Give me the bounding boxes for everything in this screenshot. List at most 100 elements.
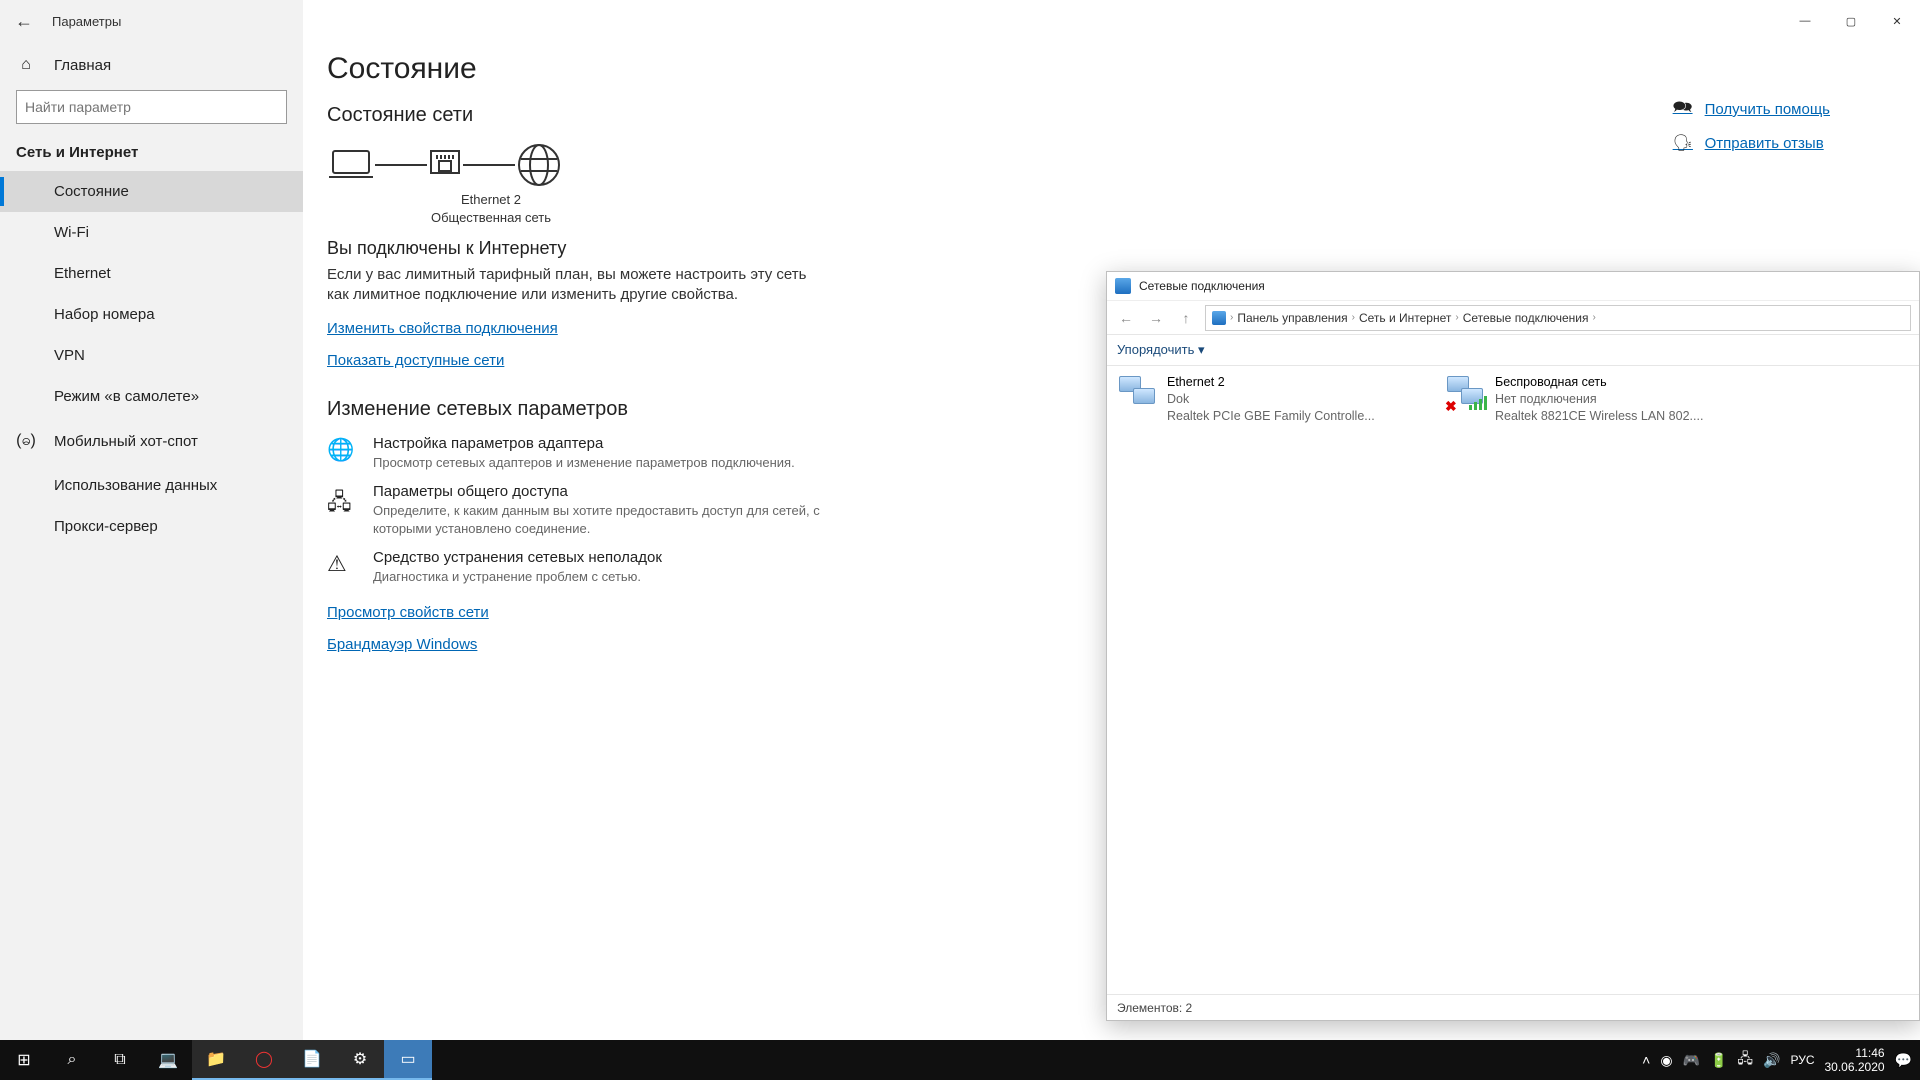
sidebar-item-wifi[interactable]: Wi-Fi <box>0 212 303 253</box>
globe-icon: 🌐 <box>327 435 355 472</box>
nav-forward-button[interactable]: → <box>1145 307 1167 329</box>
sidebar-item-dialup[interactable]: Набор номера <box>0 294 303 335</box>
control-panel-icon <box>1115 278 1131 294</box>
tray-time: 11:46 <box>1825 1046 1885 1060</box>
search-button[interactable]: ⌕ <box>48 1040 96 1080</box>
tray-language[interactable]: РУС <box>1790 1053 1814 1067</box>
sidebar-home-label: Главная <box>54 57 111 74</box>
diagram-adapter-label: Ethernet 2 Общественная сеть <box>411 191 571 226</box>
tray-discord-icon[interactable]: 🎮 <box>1683 1052 1700 1069</box>
address-bar[interactable]: › Панель управления › Сеть и Интернет › … <box>1205 305 1911 331</box>
tray-network-icon[interactable]: 🖧 <box>1737 1048 1753 1072</box>
sidebar-item-label: Режим «в самолете» <box>54 388 199 405</box>
sidebar-item-label: VPN <box>54 347 85 364</box>
chevron-right-icon: › <box>1230 312 1233 323</box>
connected-description: Если у вас лимитный тарифный план, вы мо… <box>327 265 807 306</box>
maximize-button[interactable]: ▢ <box>1828 5 1874 37</box>
link-label: Отправить отзыв <box>1705 135 1824 152</box>
nav-back-button[interactable]: ← <box>1115 307 1137 329</box>
tray-notifications-icon[interactable]: 💬 <box>1895 1052 1912 1069</box>
sidebar: ⌂ Главная Сеть и Интернет Состояние Wi-F… <box>0 0 303 1040</box>
option-troubleshoot[interactable]: ⚠ Средство устранения сетевых неполадок … <box>327 549 847 586</box>
home-icon: ⌂ <box>16 56 36 74</box>
link-view-network-props[interactable]: Просмотр свойств сети <box>327 604 489 621</box>
link-show-available-networks[interactable]: Показать доступные сети <box>327 352 504 369</box>
adapter-name: Ethernet 2 <box>1167 374 1375 391</box>
sidebar-home[interactable]: ⌂ Главная <box>0 48 303 82</box>
nav-up-button[interactable]: ↑ <box>1175 307 1197 329</box>
chevron-right-icon: › <box>1352 312 1355 323</box>
network-diagram <box>327 141 1880 189</box>
taskbar-app-notepad[interactable]: 📄 <box>288 1040 336 1080</box>
option-adapter-settings[interactable]: 🌐 Настройка параметров адаптера Просмотр… <box>327 435 847 472</box>
ethernet-adapter-icon <box>427 147 463 183</box>
adapter-name: Беспроводная сеть <box>1495 374 1703 391</box>
taskbar-app-laptop[interactable]: 💻 <box>144 1040 192 1080</box>
taskbar-app-controlpanel[interactable]: ▭ <box>384 1040 432 1080</box>
right-links: 🗪 Получить помощь 🗣 Отправить отзыв <box>1673 96 1830 153</box>
sidebar-item-label: Мобильный хот-спот <box>54 433 198 450</box>
explorer-body[interactable]: Ethernet 2 Dok Realtek PCIe GBE Family C… <box>1107 366 1919 994</box>
breadcrumb[interactable]: Сеть и Интернет <box>1359 311 1451 325</box>
sidebar-item-airplane[interactable]: Режим «в самолете» <box>0 376 303 417</box>
chevron-right-icon: › <box>1592 312 1595 323</box>
wifi-adapter-icon: ✖ <box>1445 374 1485 414</box>
adapter-name: Ethernet 2 <box>411 191 571 209</box>
link-label: Получить помощь <box>1705 101 1830 118</box>
explorer-titlebar[interactable]: Сетевые подключения <box>1107 272 1919 300</box>
toolbar-organize[interactable]: Упорядочить ▾ <box>1117 342 1205 358</box>
tray-chevron-up-icon[interactable]: ˄ <box>1642 1052 1650 1068</box>
sidebar-item-proxy[interactable]: Прокси-сервер <box>0 506 303 547</box>
link-change-connection-props[interactable]: Изменить свойства подключения <box>327 320 558 337</box>
warning-icon: ⚠ <box>327 549 355 586</box>
back-button[interactable]: ← <box>12 9 36 33</box>
start-button[interactable]: ⊞ <box>0 1040 48 1080</box>
sidebar-category: Сеть и Интернет <box>0 136 303 171</box>
breadcrumb[interactable]: Панель управления <box>1237 311 1347 325</box>
titlebar: ← Параметры — ▢ ✕ <box>0 0 1920 42</box>
adapter-status: Нет подключения <box>1495 391 1703 408</box>
sidebar-item-vpn[interactable]: VPN <box>0 335 303 376</box>
sidebar-item-datausage[interactable]: Использование данных <box>0 465 303 506</box>
sharing-icon: 🖧 <box>327 483 355 537</box>
tray-volume-icon[interactable]: 🔊 <box>1763 1052 1780 1069</box>
option-sharing-settings[interactable]: 🖧 Параметры общего доступа Определите, к… <box>327 483 847 537</box>
tray-battery-icon[interactable]: 🔋 <box>1710 1052 1727 1069</box>
tray-clock[interactable]: 11:46 30.06.2020 <box>1825 1046 1885 1075</box>
taskbar-app-browser[interactable]: ◯ <box>240 1040 288 1080</box>
ethernet-adapter-icon <box>1117 374 1157 414</box>
explorer-title: Сетевые подключения <box>1139 279 1265 293</box>
option-subtitle: Определите, к каким данным вы хотите пре… <box>373 502 847 537</box>
network-connections-window[interactable]: Сетевые подключения ← → ↑ › Панель управ… <box>1106 271 1920 1021</box>
app-title: Параметры <box>52 14 121 29</box>
control-panel-icon <box>1212 311 1226 325</box>
tray-steam-icon[interactable]: ◉ <box>1660 1052 1672 1069</box>
breadcrumb[interactable]: Сетевые подключения <box>1463 311 1589 325</box>
explorer-navbar: ← → ↑ › Панель управления › Сеть и Интер… <box>1107 300 1919 334</box>
feedback-icon: 🗣 <box>1673 133 1691 153</box>
link-send-feedback[interactable]: 🗣 Отправить отзыв <box>1673 133 1830 153</box>
network-adapter-item[interactable]: ✖ Беспроводная сеть Нет подключения Real… <box>1445 374 1745 425</box>
sidebar-item-label: Набор номера <box>54 306 155 323</box>
sidebar-item-label: Прокси-сервер <box>54 518 158 535</box>
link-windows-firewall[interactable]: Брандмауэр Windows <box>327 636 477 653</box>
close-button[interactable]: ✕ <box>1874 5 1920 37</box>
network-adapter-item[interactable]: Ethernet 2 Dok Realtek PCIe GBE Family C… <box>1117 374 1417 425</box>
explorer-statusbar: Элементов: 2 <box>1107 994 1919 1020</box>
sidebar-item-hotspot[interactable]: (ဓ) Мобильный хот-спот <box>0 417 303 465</box>
adapter-device: Realtek PCIe GBE Family Controlle... <box>1167 408 1375 425</box>
task-view-button[interactable]: ⧉ <box>96 1040 144 1080</box>
sidebar-item-status[interactable]: Состояние <box>0 171 303 212</box>
sidebar-item-label: Wi-Fi <box>54 224 89 241</box>
connected-heading: Вы подключены к Интернету <box>327 238 1880 259</box>
sidebar-item-ethernet[interactable]: Ethernet <box>0 253 303 294</box>
link-get-help[interactable]: 🗪 Получить помощь <box>1673 96 1830 123</box>
minimize-button[interactable]: — <box>1782 5 1828 37</box>
search-input[interactable] <box>25 99 278 115</box>
taskbar-app-settings[interactable]: ⚙ <box>336 1040 384 1080</box>
explorer-toolbar: Упорядочить ▾ <box>1107 334 1919 366</box>
network-status-heading: Состояние сети <box>327 104 1880 127</box>
taskbar-app-explorer[interactable]: 📁 <box>192 1040 240 1080</box>
search-box[interactable] <box>16 90 287 124</box>
hotspot-icon: (ဓ) <box>16 429 36 453</box>
